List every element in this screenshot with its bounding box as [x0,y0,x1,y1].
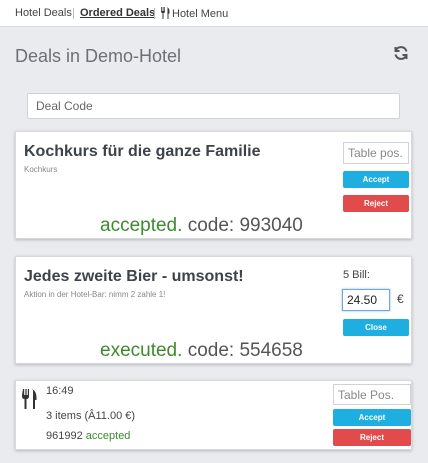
deal-code-input[interactable] [27,93,400,119]
order-status: accepted [85,430,131,442]
order-items: 3 items (Â11.00 €) [46,410,136,422]
deal-card: Kochkurs für die ganze Familie Kochkurs … [15,131,412,239]
deal-subtitle: Kochkurs [24,165,58,174]
accept-button[interactable]: Accept [343,171,409,188]
table-pos-input[interactable] [343,142,409,164]
order-code-line: 961992 accepted [46,430,130,442]
fork-knife-icon [22,389,37,409]
deal-code: code: 993040 [187,215,303,236]
deal-status-line: executed. code: 554658 [100,340,303,362]
deal-subtitle: Aktion in der Hotel-Bar: nimm 2 zahle 1! [24,290,166,299]
nav-ordered-deals[interactable]: Ordered Deals [80,7,155,19]
refresh-icon[interactable] [393,45,409,61]
fork-knife-icon [161,7,170,19]
nav-hotel-deals[interactable]: Hotel Deals [15,7,72,19]
deal-title: Kochkurs für die ganze Familie [24,143,261,160]
nav-hotel-menu-label: Hotel Menu [172,8,229,20]
reject-button[interactable]: Reject [333,429,411,446]
nav-divider [73,8,74,19]
deal-status-line: accepted. code: 993040 [100,215,303,237]
deal-title: Jedes zweite Bier - umsonst! [24,268,244,285]
top-nav: Hotel Deals Ordered Deals Hotel Menu [0,0,428,27]
deal-status: accepted. [100,215,183,236]
table-pos-input[interactable] [333,384,411,405]
deal-status: executed. [100,340,183,361]
bill-amount-input[interactable] [342,289,390,311]
deal-code: code: 554658 [187,340,303,361]
accept-button[interactable]: Accept [333,409,411,426]
reject-button[interactable]: Reject [343,195,409,212]
bill-label: 5 Bill: [343,269,370,281]
close-button[interactable]: Close [343,319,409,336]
order-card: 16:49 3 items (Â11.00 €) 961992 accepted… [15,380,412,450]
currency-symbol: € [397,292,404,306]
nav-hotel-menu[interactable]: Hotel Menu [160,7,228,20]
deal-card: Jedes zweite Bier - umsonst! Aktion in d… [15,256,412,364]
nav-divider [154,8,155,19]
order-time: 16:49 [46,385,74,397]
order-code: 961992 [46,430,83,442]
page-title: Deals in Demo-Hotel [15,46,182,66]
